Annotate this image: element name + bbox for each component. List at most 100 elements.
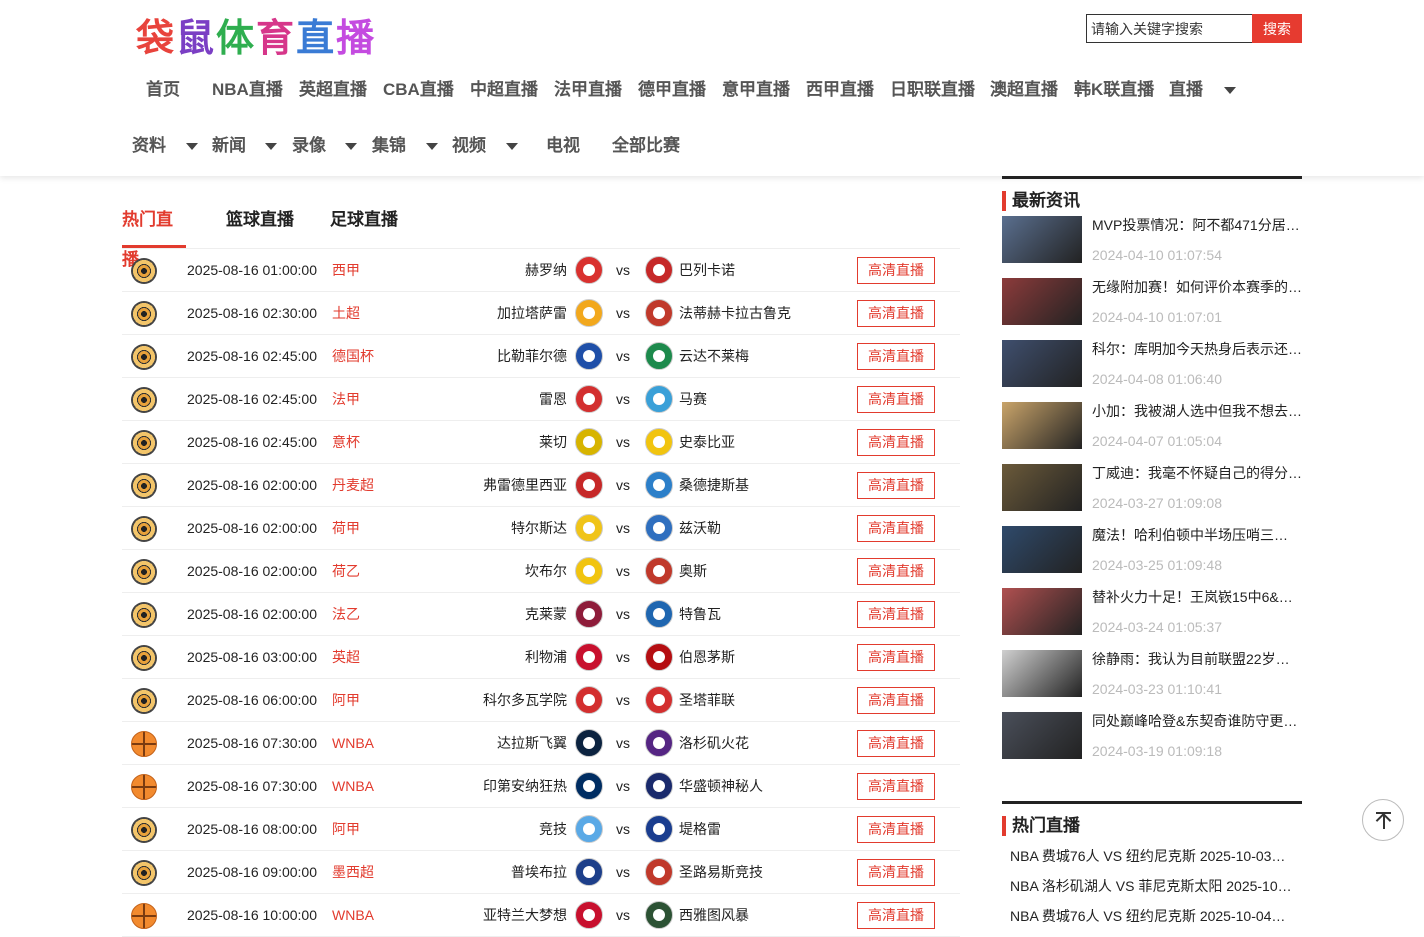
match-row[interactable]: 2025-08-16 02:00:00 荷乙 坎布尔 vs 奥斯 高清直播 <box>122 550 960 593</box>
nav-epl[interactable]: 英超直播 <box>299 70 367 110</box>
match-league[interactable]: 荷乙 <box>332 550 360 593</box>
news-thumbnail[interactable] <box>1002 588 1082 635</box>
news-item[interactable]: 无缘附加赛！如何评价本赛季的… 2024-04-10 01:07:01 <box>1002 278 1302 340</box>
news-thumbnail[interactable] <box>1002 402 1082 449</box>
news-item[interactable]: 丁威迪：我毫不怀疑自己的得分… 2024-03-27 01:09:08 <box>1002 464 1302 526</box>
news-title[interactable]: MVP投票情况：阿不都471分居… <box>1092 216 1302 234</box>
match-row[interactable]: 2025-08-16 07:30:00 WNBA 印第安纳狂热 vs 华盛顿神秘人 高清直… <box>122 765 960 808</box>
hot-live-item[interactable]: NBA 洛杉矶湖人 VS 菲尼克斯太阳 2025-10-… <box>1002 871 1294 901</box>
hd-live-button[interactable]: 高清直播 <box>857 773 935 800</box>
chevron-down-icon[interactable] <box>426 143 438 150</box>
match-row[interactable]: 2025-08-16 02:45:00 意杯 莱切 vs 史泰比亚 高清直播 <box>122 421 960 464</box>
chevron-down-icon[interactable] <box>265 143 277 150</box>
match-row[interactable]: 2025-08-16 02:45:00 法甲 雷恩 vs 马赛 高清直播 <box>122 378 960 421</box>
nav-highlights[interactable]: 集锦 <box>372 126 406 166</box>
news-title[interactable]: 丁威迪：我毫不怀疑自己的得分… <box>1092 464 1302 482</box>
match-league[interactable]: WNBA <box>332 765 374 808</box>
match-league[interactable]: WNBA <box>332 722 374 765</box>
hd-live-button[interactable]: 高清直播 <box>857 429 935 456</box>
hd-live-button[interactable]: 高清直播 <box>857 300 935 327</box>
news-title[interactable]: 魔法！哈利伯顿中半场压哨三… <box>1092 526 1302 544</box>
match-row[interactable]: 2025-08-16 01:00:00 西甲 赫罗纳 vs 巴列卡诺 高清直播 <box>122 249 960 292</box>
nav-tv[interactable]: 电视 <box>546 126 580 166</box>
search-input[interactable] <box>1086 14 1252 43</box>
match-league[interactable]: 意杯 <box>332 421 360 464</box>
news-title[interactable]: 替补火力十足！王岚嵚15中6&… <box>1092 588 1302 606</box>
tab-football-live[interactable]: 足球直播 <box>330 200 398 248</box>
hd-live-button[interactable]: 高清直播 <box>857 859 935 886</box>
match-row[interactable]: 2025-08-16 08:00:00 阿甲 竞技 vs 堤格雷 高清直播 <box>122 808 960 851</box>
match-league[interactable]: 荷甲 <box>332 507 360 550</box>
chevron-down-icon[interactable] <box>506 143 518 150</box>
match-row[interactable]: 2025-08-16 02:45:00 德国杯 比勒菲尔德 vs 云达不莱梅 高清直播 <box>122 335 960 378</box>
news-thumbnail[interactable] <box>1002 526 1082 573</box>
match-row[interactable]: 2025-08-16 10:00:00 WNBA 亚特兰大梦想 vs 西雅图风暴 高清直播 <box>122 894 960 937</box>
tab-hot-live[interactable]: 热门直播 <box>122 200 186 269</box>
match-row[interactable]: 2025-08-16 02:30:00 土超 加拉塔萨雷 vs 法蒂赫卡拉古鲁克 高清直播 <box>122 292 960 335</box>
nav-kleague[interactable]: 韩K联直播 <box>1074 70 1154 110</box>
nav-live[interactable]: 直播 <box>1169 70 1203 110</box>
match-league[interactable]: 阿甲 <box>332 808 360 851</box>
news-thumbnail[interactable] <box>1002 340 1082 387</box>
match-league[interactable]: 阿甲 <box>332 679 360 722</box>
match-league[interactable]: 法乙 <box>332 593 360 636</box>
nav-all-matches[interactable]: 全部比赛 <box>612 126 680 166</box>
nav-aleague[interactable]: 澳超直播 <box>990 70 1058 110</box>
hd-live-button[interactable]: 高清直播 <box>857 515 935 542</box>
nav-video[interactable]: 视频 <box>452 126 486 166</box>
news-thumbnail[interactable] <box>1002 278 1082 325</box>
match-row[interactable]: 2025-08-16 06:00:00 阿甲 科尔多瓦学院 vs 圣塔菲联 高清直播 <box>122 679 960 722</box>
nav-home[interactable]: 首页 <box>146 70 180 110</box>
match-league[interactable]: 土超 <box>332 292 360 335</box>
nav-laliga[interactable]: 西甲直播 <box>806 70 874 110</box>
hd-live-button[interactable]: 高清直播 <box>857 816 935 843</box>
chevron-down-icon[interactable] <box>345 143 357 150</box>
news-item[interactable]: 同处巅峰哈登&东契奇谁防守更… 2024-03-19 01:09:18 <box>1002 712 1302 774</box>
match-row[interactable]: 2025-08-16 09:00:00 墨西超 普埃布拉 vs 圣路易斯竞技 高清直播 <box>122 851 960 894</box>
chevron-down-icon[interactable] <box>186 143 198 150</box>
nav-jleague[interactable]: 日职联直播 <box>890 70 975 110</box>
news-item[interactable]: MVP投票情况：阿不都471分居… 2024-04-10 01:07:54 <box>1002 216 1302 278</box>
nav-cba[interactable]: CBA直播 <box>383 70 454 110</box>
match-league[interactable]: 丹麦超 <box>332 464 374 507</box>
match-row[interactable]: 2025-08-16 07:30:00 WNBA 达拉斯飞翼 vs 洛杉矶火花 高清直播 <box>122 722 960 765</box>
news-item[interactable]: 替补火力十足！王岚嵚15中6&… 2024-03-24 01:05:37 <box>1002 588 1302 650</box>
nav-seriea[interactable]: 意甲直播 <box>722 70 790 110</box>
tab-basketball-live[interactable]: 篮球直播 <box>226 200 294 248</box>
match-league[interactable]: 德国杯 <box>332 335 374 378</box>
chevron-down-icon[interactable] <box>1224 87 1236 94</box>
hd-live-button[interactable]: 高清直播 <box>857 472 935 499</box>
nav-data[interactable]: 资料 <box>132 126 166 166</box>
news-title[interactable]: 小加：我被湖人选中但我不想去… <box>1092 402 1302 420</box>
news-thumbnail[interactable] <box>1002 650 1082 697</box>
match-league[interactable]: 墨西超 <box>332 851 374 894</box>
nav-bundesliga[interactable]: 德甲直播 <box>638 70 706 110</box>
hd-live-button[interactable]: 高清直播 <box>857 601 935 628</box>
match-row[interactable]: 2025-08-16 03:00:00 英超 利物浦 vs 伯恩茅斯 高清直播 <box>122 636 960 679</box>
nav-replay[interactable]: 录像 <box>292 126 326 166</box>
hd-live-button[interactable]: 高清直播 <box>857 386 935 413</box>
news-item[interactable]: 小加：我被湖人选中但我不想去… 2024-04-07 01:05:04 <box>1002 402 1302 464</box>
news-thumbnail[interactable] <box>1002 464 1082 511</box>
match-league[interactable]: 西甲 <box>332 249 360 292</box>
news-title[interactable]: 徐静雨：我认为目前联盟22岁… <box>1092 650 1302 668</box>
match-row[interactable]: 2025-08-16 02:00:00 法乙 克莱蒙 vs 特鲁瓦 高清直播 <box>122 593 960 636</box>
hot-live-item[interactable]: NBA 费城76人 VS 纽约尼克斯 2025-10-04… <box>1002 901 1294 931</box>
news-item[interactable]: 徐静雨：我认为目前联盟22岁… 2024-03-23 01:10:41 <box>1002 650 1302 712</box>
news-title[interactable]: 科尔：库明加今天热身后表示还… <box>1092 340 1302 358</box>
match-row[interactable]: 2025-08-16 02:00:00 丹麦超 弗雷德里西亚 vs 桑德捷斯基 高清直播 <box>122 464 960 507</box>
hd-live-button[interactable]: 高清直播 <box>857 730 935 757</box>
match-league[interactable]: WNBA <box>332 894 374 937</box>
back-to-top-button[interactable] <box>1362 799 1404 841</box>
site-logo[interactable]: 袋鼠体育直播 <box>136 10 376 60</box>
hd-live-button[interactable]: 高清直播 <box>857 343 935 370</box>
news-title[interactable]: 无缘附加赛！如何评价本赛季的… <box>1092 278 1302 296</box>
hd-live-button[interactable]: 高清直播 <box>857 257 935 284</box>
news-item[interactable]: 科尔：库明加今天热身后表示还… 2024-04-08 01:06:40 <box>1002 340 1302 402</box>
hd-live-button[interactable]: 高清直播 <box>857 558 935 585</box>
match-league[interactable]: 英超 <box>332 636 360 679</box>
news-item[interactable]: 魔法！哈利伯顿中半场压哨三… 2024-03-25 01:09:48 <box>1002 526 1302 588</box>
hot-live-item[interactable]: NBA 费城76人 VS 纽约尼克斯 2025-10-03… <box>1002 841 1294 871</box>
news-thumbnail[interactable] <box>1002 216 1082 263</box>
nav-ligue1[interactable]: 法甲直播 <box>554 70 622 110</box>
